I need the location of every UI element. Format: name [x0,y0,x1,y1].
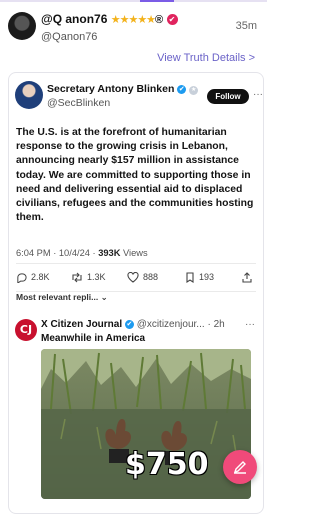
citizen-journal-logo[interactable]: CJ [15,319,37,341]
truth-header: @Q anon76 ★★★★★® ✔ @Qanon76 35m [0,6,267,43]
post-date: 10/4/24 [58,248,90,258]
author-name[interactable]: Secretary Antony Blinken ✔ ★ [47,83,199,95]
reply-author-name: X Citizen Journal [41,319,123,330]
repost-button[interactable]: 1.3K [71,269,106,285]
reply-text: Meanwhile in America [41,333,146,344]
follow-button[interactable]: Follow [207,89,249,104]
post-body: The U.S. is at the forefront of humanita… [16,127,254,224]
post-timestamp: 35m [235,20,257,32]
reply-author[interactable]: X Citizen Journal ✔ @xcitizenjour... · 2… [41,319,225,330]
reply-more-options-icon[interactable]: ··· [245,319,255,330]
reply-separator: · [207,319,211,330]
reply-button[interactable]: 2.8K [16,269,50,285]
share-button[interactable] [242,269,252,285]
post-header: Secretary Antony Blinken ✔ ★ @SecBlinken… [15,81,263,115]
post-meta: 6:04 PM · 10/4/24 · 393K Views [16,248,148,258]
embedded-post-card[interactable]: Secretary Antony Blinken ✔ ★ @SecBlinken… [8,72,264,514]
chevron-down-icon: ⌄ [100,292,108,302]
bookmark-button[interactable]: 193 [185,269,214,285]
author-avatar[interactable] [15,81,43,109]
repost-count: 1.3K [87,272,106,282]
reply-post[interactable]: CJ X Citizen Journal ✔ @xcitizenjour... … [15,317,257,513]
registered-icon: ® [155,14,164,26]
divider [16,263,256,264]
government-badge-icon: ★ [189,86,199,95]
display-name[interactable]: @Q anon76 ★★★★★® ✔ [41,12,178,26]
author-name-text: Secretary Antony Blinken [47,83,175,95]
reply-image[interactable]: $750 [41,349,251,499]
top-accent [140,0,174,2]
share-icon [242,271,252,283]
post-actions: 2.8K 1.3K 888 193 [16,269,256,285]
reply-author-handle: @xcitizenjour... [136,319,205,330]
view-truth-details-link[interactable]: View Truth Details > [157,52,255,64]
avatar[interactable] [8,12,36,40]
display-name-text: @Q anon76 [41,12,108,26]
top-divider [0,0,267,2]
more-options-icon[interactable]: ··· [253,89,263,100]
verified-check-icon: ✔ [177,85,187,94]
replies-sort-label: Most relevant repli... [16,292,99,302]
replies-sort-dropdown[interactable]: Most relevant repli... ⌄ [16,292,108,303]
like-button[interactable]: 888 [127,269,158,285]
views-count: 393K [98,248,121,258]
post-time: 6:04 PM [16,248,51,258]
edit-icon [233,461,246,474]
author-handle[interactable]: @SecBlinken [47,97,110,109]
reply-time: 2h [213,319,225,330]
stars-icon: ★★★★★ [110,14,156,26]
verified-badge-icon: ✔ [166,14,178,25]
bookmark-icon [186,271,194,283]
views-label: Views [123,248,148,258]
reply-count: 2.8K [31,272,50,282]
repost-icon [72,272,82,282]
like-count: 888 [143,272,159,282]
reply-icon [17,272,27,283]
heart-icon [127,271,139,283]
user-handle[interactable]: @Qanon76 [41,31,97,43]
bookmark-count: 193 [199,272,215,282]
compose-button[interactable] [223,450,257,484]
verified-check-icon: ✔ [124,320,134,329]
price-caption: $750 [125,447,209,482]
